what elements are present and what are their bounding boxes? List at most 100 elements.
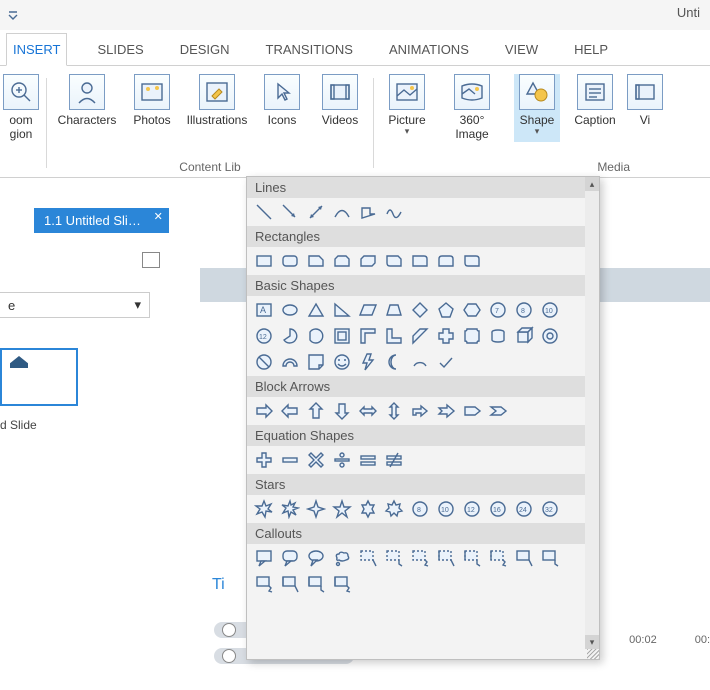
shape-equal[interactable] [357, 449, 379, 471]
scrollbar-track[interactable] [585, 177, 599, 649]
tab-insert[interactable]: INSERT [6, 33, 67, 66]
shape-explosion2[interactable] [279, 498, 301, 520]
shape-callout-border-accent2[interactable] [305, 573, 327, 595]
shape-star5[interactable] [331, 498, 353, 520]
shape-arrow-right[interactable] [253, 400, 275, 422]
shape-star6[interactable] [357, 498, 379, 520]
shape-cube[interactable] [513, 325, 535, 347]
360-image-button[interactable]: 360° Image [442, 74, 502, 142]
shape-callout-oval[interactable] [305, 547, 327, 569]
shape-arc[interactable] [409, 351, 431, 373]
shape-explosion1[interactable] [253, 498, 275, 520]
shape-octagon[interactable]: 8 [513, 299, 535, 321]
shape-star12[interactable]: 12 [461, 498, 483, 520]
shape-callout-line1[interactable] [357, 547, 379, 569]
shape-rectangle[interactable] [253, 250, 275, 272]
shape-freeform[interactable] [357, 201, 379, 223]
shape-arrow-notched[interactable] [435, 400, 457, 422]
shape-arrow-up-down[interactable] [383, 400, 405, 422]
canvas-title-placeholder[interactable]: Ti [212, 576, 225, 594]
shape-right-triangle[interactable] [331, 299, 353, 321]
shape-line[interactable] [253, 201, 275, 223]
shape-division[interactable] [331, 449, 353, 471]
shape-callout-accent1[interactable] [435, 547, 457, 569]
shape-trapezoid[interactable] [383, 299, 405, 321]
shape-callout-accent3[interactable] [487, 547, 509, 569]
shape-callout-border1[interactable] [513, 547, 535, 569]
shape-snip-round-rect[interactable] [383, 250, 405, 272]
shape-triangle[interactable] [305, 299, 327, 321]
caption-button[interactable]: Caption [572, 74, 618, 142]
shape-star8[interactable]: 8 [409, 498, 431, 520]
shape-parallelogram[interactable] [357, 299, 379, 321]
shape-callout-cloud[interactable] [331, 547, 353, 569]
shape-round-single-rect[interactable] [409, 250, 431, 272]
shape-arrow-pentagon[interactable] [461, 400, 483, 422]
shape-can[interactable] [487, 325, 509, 347]
shape-star24[interactable]: 24 [513, 498, 535, 520]
shape-double-arrow-line[interactable] [305, 201, 327, 223]
shape-arrow-left-right[interactable] [357, 400, 379, 422]
characters-button[interactable]: Characters [57, 74, 117, 128]
shape-arrow-down[interactable] [331, 400, 353, 422]
shape-snip-diag-rect[interactable] [357, 250, 379, 272]
tab-transitions[interactable]: TRANSITIONS [260, 34, 359, 65]
zoom-region-button[interactable]: oomgion [6, 74, 36, 142]
scene-dropdown[interactable]: e [0, 292, 150, 318]
shape-round-same-rect[interactable] [435, 250, 457, 272]
shape-text-box[interactable]: A [253, 299, 275, 321]
shape-chord[interactable] [305, 325, 327, 347]
shape-callout-border3[interactable] [253, 573, 275, 595]
shape-callout-border-accent1[interactable] [279, 573, 301, 595]
shape-arrow-up[interactable] [305, 400, 327, 422]
tab-design[interactable]: DESIGN [174, 34, 236, 65]
shape-no-symbol[interactable] [253, 351, 275, 373]
shape-callout-border2[interactable] [539, 547, 561, 569]
shape-round-diag-rect[interactable] [461, 250, 483, 272]
shape-hexagon[interactable] [461, 299, 483, 321]
shape-diamond[interactable] [409, 299, 431, 321]
shape-l-shape[interactable] [383, 325, 405, 347]
shape-decagon[interactable]: 10 [539, 299, 561, 321]
shape-scribble[interactable] [383, 201, 405, 223]
shape-block-arc[interactable] [279, 351, 301, 373]
videos-button[interactable]: Videos [317, 74, 363, 128]
tab-animations[interactable]: ANIMATIONS [383, 34, 475, 65]
qat-customize-icon[interactable] [6, 8, 20, 22]
shape-arrow-line[interactable] [279, 201, 301, 223]
shape-plaque[interactable] [461, 325, 483, 347]
shape-star7[interactable] [383, 498, 405, 520]
shape-curve[interactable] [331, 201, 353, 223]
shape-button[interactable]: Shape [514, 74, 560, 142]
shape-star32[interactable]: 32 [539, 498, 561, 520]
video-button-cut[interactable]: Vi [630, 74, 660, 142]
shape-diag-stripe[interactable] [409, 325, 431, 347]
shape-folded-corner[interactable] [305, 351, 327, 373]
shape-star16[interactable]: 16 [487, 498, 509, 520]
slide-thumbnail[interactable] [0, 348, 78, 406]
shape-callout-rect[interactable] [253, 547, 275, 569]
shape-snip-single-rect[interactable] [305, 250, 327, 272]
scroll-down-icon[interactable]: ▾ [585, 635, 599, 649]
shape-pie[interactable] [279, 325, 301, 347]
shape-oval[interactable] [279, 299, 301, 321]
shape-frame[interactable] [331, 325, 353, 347]
shape-cross[interactable] [435, 325, 457, 347]
icons-button[interactable]: Icons [259, 74, 305, 128]
shape-rounded-rectangle[interactable] [279, 250, 301, 272]
shape-not-equal[interactable] [383, 449, 405, 471]
shape-snip-same-rect[interactable] [331, 250, 353, 272]
shape-multiply[interactable] [305, 449, 327, 471]
shape-lightning[interactable] [357, 351, 379, 373]
resize-grip-icon[interactable] [587, 649, 599, 659]
shape-minus[interactable] [279, 449, 301, 471]
shape-arrow-bent[interactable] [409, 400, 431, 422]
shape-dodecagon[interactable]: 12 [253, 325, 275, 347]
shape-pentagon[interactable] [435, 299, 457, 321]
photos-button[interactable]: Photos [129, 74, 175, 128]
slide-tab[interactable]: 1.1 Untitled Sli… ✕ [34, 208, 169, 233]
shape-donut[interactable] [539, 325, 561, 347]
shape-arrow-left[interactable] [279, 400, 301, 422]
shape-callout-border-accent3[interactable] [331, 573, 353, 595]
shape-smiley[interactable] [331, 351, 353, 373]
